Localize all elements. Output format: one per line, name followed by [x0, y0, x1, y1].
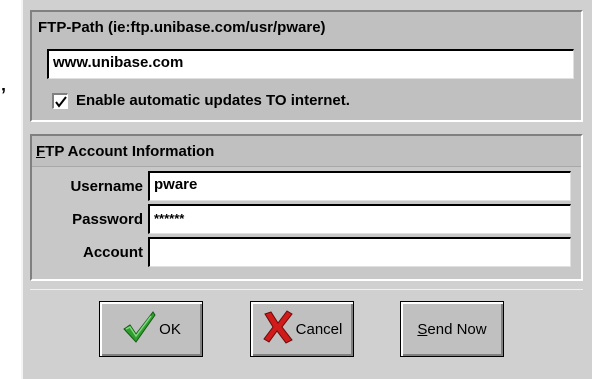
ok-label: OK: [159, 320, 181, 338]
checkmark-icon: [55, 96, 67, 108]
account-input[interactable]: [148, 237, 571, 267]
ftp-account-title-mnemonic: F: [36, 143, 46, 160]
ftp-path-title: FTP-Path (ie:ftp.unibase.com/usr/pware): [38, 19, 326, 36]
cancel-button[interactable]: Cancel: [250, 301, 354, 357]
auto-update-label: Enable automatic updates TO internet.: [76, 92, 350, 109]
username-label: Username: [70, 178, 143, 195]
password-input[interactable]: ******: [148, 204, 571, 234]
ftp-account-header: FTP Account Information: [32, 136, 581, 167]
ftp-path-input[interactable]: www.unibase.com: [47, 49, 574, 79]
ftp-account-title-rest: TP Account Information: [45, 143, 215, 160]
ftp-account-group: FTP Account Information Username pware P…: [30, 134, 583, 281]
red-x-icon: [262, 310, 294, 348]
stray-glyph: ’: [1, 85, 7, 105]
ftp-settings-dialog: FTP-Path (ie:ftp.unibase.com/usr/pware) …: [21, 0, 592, 379]
ftp-account-title: FTP Account Information: [36, 143, 214, 160]
send-now-rest: end Now: [427, 320, 487, 338]
send-now-label: Send Now: [417, 321, 486, 338]
ok-button[interactable]: OK: [99, 301, 203, 357]
auto-update-row[interactable]: Enable automatic updates TO internet.: [52, 92, 350, 112]
cancel-label: Cancel: [295, 320, 343, 338]
ftp-path-group: FTP-Path (ie:ftp.unibase.com/usr/pware) …: [30, 10, 583, 122]
send-now-button[interactable]: Send Now: [400, 301, 504, 357]
send-now-mnemonic: S: [417, 320, 428, 338]
username-input[interactable]: pware: [148, 171, 571, 201]
account-label: Account: [83, 244, 143, 261]
green-checkmark-icon: [121, 309, 157, 349]
password-label: Password: [72, 211, 143, 228]
auto-update-checkbox[interactable]: [52, 93, 68, 110]
button-bar: OK Cancel Send Now: [30, 289, 583, 368]
